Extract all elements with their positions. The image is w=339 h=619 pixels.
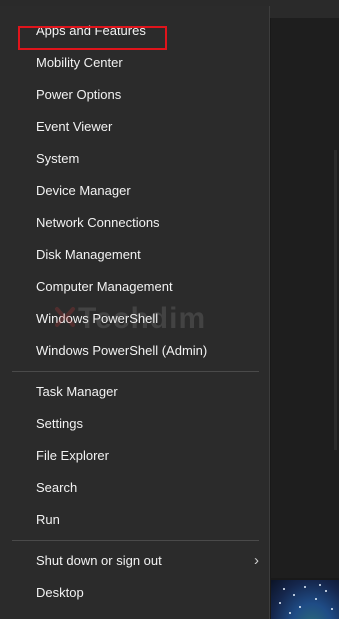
menu-item-label: Desktop	[36, 585, 84, 600]
menu-item-disk-management[interactable]: Disk Management	[0, 240, 269, 270]
menu-item-power-options[interactable]: Power Options	[0, 80, 269, 110]
menu-item-shut-down-or-sign-out[interactable]: Shut down or sign out ›	[0, 546, 269, 576]
menu-item-label: Shut down or sign out	[36, 553, 162, 568]
menu-item-label: Disk Management	[36, 247, 141, 262]
background-scrollbar	[334, 150, 337, 450]
menu-item-label: Settings	[36, 416, 83, 431]
highlight-box	[18, 26, 167, 50]
menu-item-label: Power Options	[36, 87, 122, 102]
menu-item-label: Network Connections	[36, 215, 160, 230]
menu-item-windows-powershell-admin[interactable]: Windows PowerShell (Admin)	[0, 336, 269, 366]
menu-item-label: Task Manager	[36, 384, 118, 399]
menu-item-network-connections[interactable]: Network Connections	[0, 208, 269, 238]
menu-item-label: Windows PowerShell (Admin)	[36, 343, 208, 358]
menu-item-label: System	[36, 151, 80, 166]
menu-separator	[12, 371, 259, 372]
menu-item-desktop[interactable]: Desktop	[0, 578, 269, 608]
menu-item-search[interactable]: Search	[0, 473, 269, 503]
menu-item-label: Device Manager	[36, 183, 131, 198]
menu-item-label: Run	[36, 512, 60, 527]
menu-item-file-explorer[interactable]: File Explorer	[0, 441, 269, 471]
menu-item-event-viewer[interactable]: Event Viewer	[0, 112, 269, 142]
watermark-text: Techdim	[78, 302, 207, 335]
quick-link-menu: Apps and Features Mobility Center Power …	[0, 6, 270, 619]
chevron-right-icon: ›	[254, 552, 259, 569]
menu-item-computer-management[interactable]: Computer Management	[0, 272, 269, 302]
menu-item-task-manager[interactable]: Task Manager	[0, 377, 269, 407]
menu-item-label: Event Viewer	[36, 119, 113, 134]
menu-item-run[interactable]: Run	[0, 505, 269, 535]
background-window	[271, 18, 339, 578]
menu-item-label: Computer Management	[36, 279, 173, 294]
menu-item-settings[interactable]: Settings	[0, 409, 269, 439]
menu-separator	[12, 540, 259, 541]
menu-item-device-manager[interactable]: Device Manager	[0, 176, 269, 206]
watermark-logo-icon	[55, 307, 75, 327]
menu-item-label: File Explorer	[36, 448, 109, 463]
menu-item-label: Mobility Center	[36, 55, 123, 70]
wallpaper-thumbnail	[271, 580, 339, 619]
menu-item-label: Search	[36, 480, 78, 495]
menu-item-mobility-center[interactable]: Mobility Center	[0, 48, 269, 78]
menu-item-system[interactable]: System	[0, 144, 269, 174]
